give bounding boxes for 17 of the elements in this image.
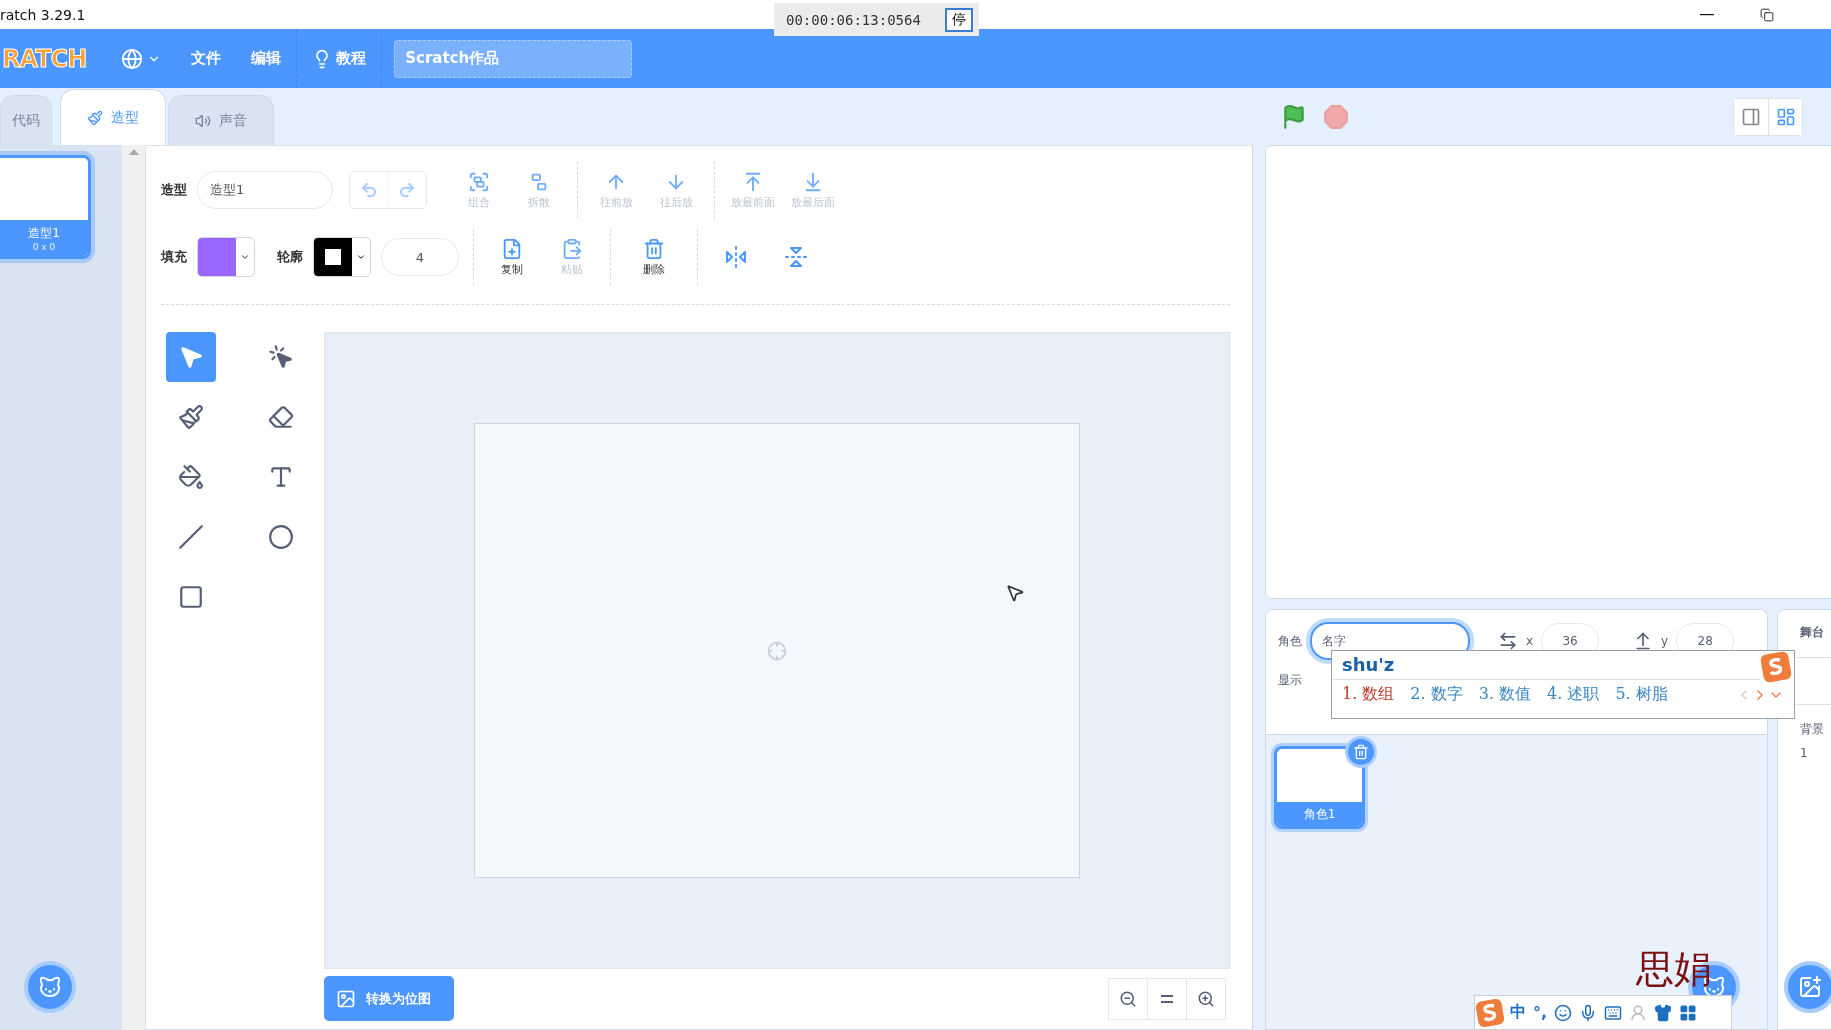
window-title: ratch 3.29.1	[0, 6, 86, 23]
y-label: y	[1661, 634, 1669, 648]
backdrops-count: 1	[1800, 746, 1808, 760]
costume-name: 造型1	[28, 224, 60, 242]
show-label: 显示	[1278, 672, 1302, 689]
outline-label: 轮廓	[277, 248, 303, 266]
costume-label: 造型	[161, 181, 187, 199]
backdrops-label: 背景	[1800, 721, 1824, 738]
fill-label: 填充	[161, 248, 187, 266]
costume-size: 0 x 0	[32, 241, 56, 252]
sprite-name: 角色1	[1277, 802, 1362, 826]
caption-label: 思娟	[1636, 946, 1712, 993]
sprite-label: 角色	[1278, 632, 1302, 650]
recording-time: 00:00:06:13:0564	[786, 11, 921, 28]
stage-title: 舞台	[1800, 624, 1824, 641]
x-label: x	[1526, 634, 1534, 648]
ime-composition: shu'z	[1332, 651, 1760, 680]
